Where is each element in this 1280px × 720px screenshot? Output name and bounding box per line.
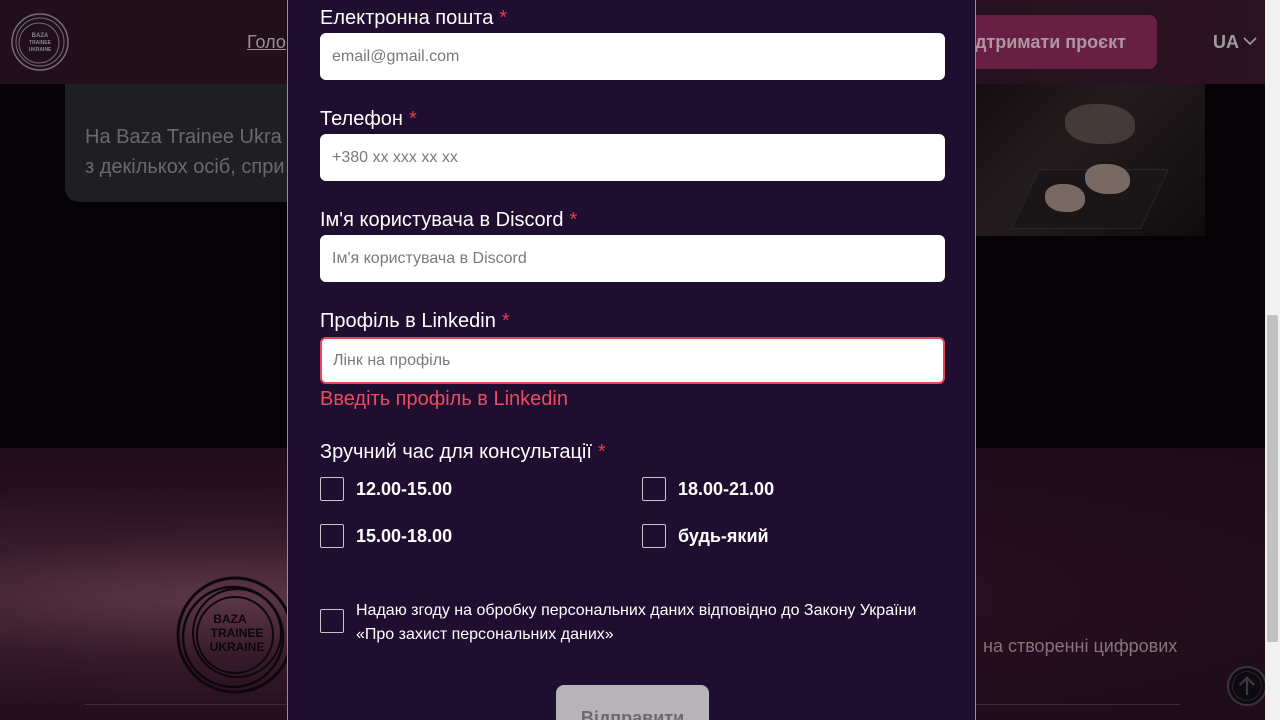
time-option-label[interactable]: будь-який [678, 526, 769, 547]
email-label: Електронна пошта * [320, 7, 508, 29]
required-marker: * [569, 209, 578, 231]
scrollbar-thumb[interactable] [1267, 315, 1278, 642]
consent-label[interactable]: Надаю згоду на обробку персональних дани… [356, 599, 946, 647]
consent-checkbox[interactable] [320, 609, 344, 633]
email-field[interactable] [320, 33, 945, 80]
time-option-checkbox[interactable] [642, 477, 666, 501]
linkedin-label: Профіль в Linkedin * [320, 310, 510, 332]
required-marker: * [408, 108, 417, 130]
phone-label: Телефон * [320, 108, 417, 130]
consultation-time-label: Зручний час для консультації * [320, 441, 606, 463]
scroll-to-top-icon[interactable] [1227, 666, 1267, 706]
required-marker: * [501, 310, 510, 332]
discord-username-field[interactable] [320, 235, 945, 282]
required-marker: * [597, 441, 606, 463]
linkedin-error-message: Введіть профіль в Linkedin [320, 388, 568, 410]
required-marker: * [499, 7, 508, 29]
linkedin-profile-field[interactable] [320, 337, 945, 384]
submit-button[interactable]: Відправити [556, 685, 709, 720]
phone-field[interactable] [320, 134, 945, 181]
time-option-checkbox[interactable] [642, 524, 666, 548]
application-form-modal: Електронна пошта* Телефон* Ім'я користув… [287, 0, 976, 720]
time-option-label[interactable]: 18.00-21.00 [678, 479, 774, 500]
time-option-checkbox[interactable] [320, 524, 344, 548]
time-option-checkbox[interactable] [320, 477, 344, 501]
time-option-label[interactable]: 15.00-18.00 [356, 526, 452, 547]
time-option-label[interactable]: 12.00-15.00 [356, 479, 452, 500]
discord-label: Ім'я користувача в Discord * [320, 209, 578, 231]
page-scrollbar[interactable] [1265, 0, 1280, 720]
